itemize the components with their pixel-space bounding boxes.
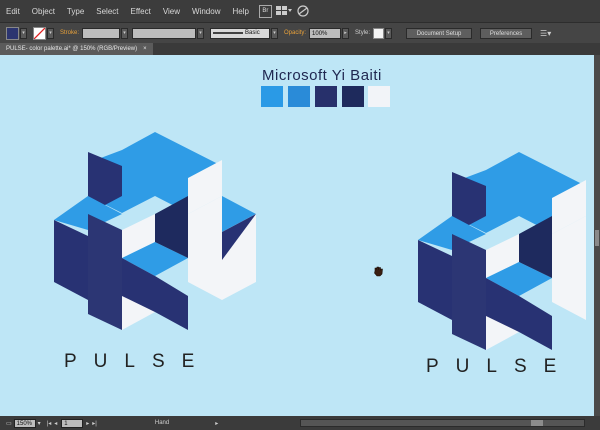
hand-cursor-icon [374,266,383,277]
menu-type[interactable]: Type [61,7,90,16]
logo-left-bottom-dark [155,276,188,330]
palette-swatch-2[interactable] [288,86,310,107]
fill-dropdown[interactable]: ▾ [20,27,27,39]
opacity-field[interactable]: 100% [309,27,342,39]
next-artboard-icon[interactable]: ▸ [86,420,89,427]
artboard-number-field[interactable]: 1 [61,418,84,428]
stroke-weight-dropdown[interactable]: ▾ [121,27,129,39]
logo-right-bottom-dark [519,296,552,350]
document-tab-title: PULSE- color palette.ai* @ 150% (RGB/Pre… [6,46,138,52]
logo-right-center-dark [452,234,486,350]
prev-artboard-icon[interactable]: ◂ [54,420,57,427]
document-setup-button[interactable]: Document Setup [406,27,473,39]
vertical-scroll-thumb[interactable] [595,230,599,246]
preferences-button[interactable]: Preferences [480,27,533,39]
stroke-swatch[interactable] [33,26,46,40]
zoom-dropdown-icon[interactable]: ▾ [38,420,41,427]
brush-definition[interactable]: Basic [210,27,271,39]
pulse-text-right[interactable]: PULSE [426,356,573,378]
artboard-navigator-icon[interactable]: ▭ [6,420,12,427]
font-name-label[interactable]: Microsoft Yi Baiti [262,67,382,84]
logo-right-left-dark [418,240,452,320]
logo-right[interactable] [418,152,586,350]
status-arrow-icon[interactable]: ▸ [215,420,218,427]
gpu-icon[interactable] [296,4,310,18]
pulse-text-left[interactable]: PULSE [64,351,211,373]
logo-right-right-white [552,216,586,320]
brush-stroke-preview [213,32,244,34]
zoom-field[interactable]: 150% [13,418,36,428]
logo-left[interactable] [54,132,256,330]
fill-swatch[interactable] [6,26,19,40]
brush-label: Basic [245,30,260,36]
horizontal-scrollbar[interactable] [300,419,585,427]
last-artboard-icon[interactable]: ▸| [92,420,97,427]
menu-object[interactable]: Object [26,7,61,16]
style-dropdown[interactable]: ▾ [385,27,393,39]
variable-width-dropdown[interactable]: ▾ [197,27,205,39]
arrange-documents-icon[interactable] [275,4,292,18]
close-tab-icon[interactable]: × [143,46,147,52]
control-bar: ▾ ▾ Stroke: ▾ ▾ Basic ▾ Opacity: 100% ▸ … [0,22,600,44]
opacity-label: Opacity: [284,30,307,36]
stroke-weight-field[interactable] [82,27,121,39]
palette-swatch-5[interactable] [368,86,390,107]
logo-left-center-dark [88,214,122,330]
bridge-badge: Br [258,4,272,18]
logo-left-left-dark [54,220,88,300]
menu-window[interactable]: Window [186,7,226,16]
menu-effect[interactable]: Effect [125,7,157,16]
vertical-scrollbar[interactable] [594,55,600,416]
menu-help[interactable]: Help [226,7,254,16]
panel-menu-icon[interactable]: ☰▾ [540,29,551,38]
first-artboard-icon[interactable]: |◂ [47,420,52,427]
current-tool-label: Hand [154,420,170,426]
style-label: Style: [355,30,371,36]
document-tab-bar: PULSE- color palette.ai* @ 150% (RGB/Pre… [0,43,600,55]
brush-dropdown[interactable]: ▾ [271,27,279,39]
palette-swatch-1[interactable] [261,86,283,107]
style-swatch[interactable] [373,27,385,39]
horizontal-scroll-thumb[interactable] [531,420,543,426]
opacity-dropdown[interactable]: ▸ [342,27,350,39]
menu-edit[interactable]: Edit [0,7,26,16]
stroke-dropdown[interactable]: ▾ [47,27,54,39]
menu-view[interactable]: View [157,7,186,16]
menu-bar: Edit Object Type Select Effect View Wind… [0,0,600,22]
bridge-icon[interactable]: Br [258,4,272,18]
palette-swatch-4[interactable] [342,86,364,107]
menu-select[interactable]: Select [90,7,124,16]
variable-width-field[interactable] [132,27,197,39]
document-tab[interactable]: PULSE- color palette.ai* @ 150% (RGB/Pre… [0,43,153,55]
stroke-label: Stroke: [60,30,80,36]
palette-swatch-3[interactable] [315,86,337,107]
